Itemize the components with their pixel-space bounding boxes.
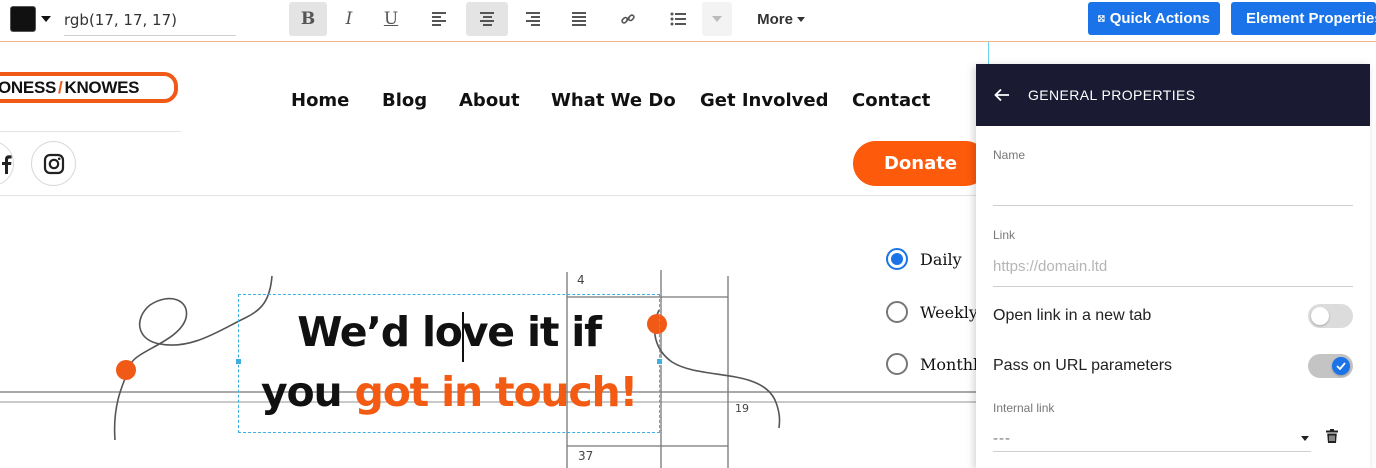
align-right-icon [526, 12, 540, 26]
align-center-button[interactable] [466, 2, 508, 36]
new-tab-toggle[interactable] [1308, 304, 1353, 328]
chevron-down-icon [796, 16, 805, 22]
sketch-label-19: 19 [735, 402, 749, 415]
url-params-label: Pass on URL parameters [993, 357, 1173, 374]
heading-plain-text: you [260, 368, 355, 416]
sketch-label-37: 37 [578, 449, 593, 463]
nav-item-contact[interactable]: Contact [852, 90, 930, 111]
underline-button[interactable]: U [372, 2, 410, 36]
general-properties-panel: GENERAL PROPERTIES Name Link Open link i… [976, 64, 1370, 468]
text-cursor [462, 312, 464, 362]
link-icon [621, 14, 635, 24]
element-properties-label: Element Properties [1246, 10, 1376, 27]
editor-toolbar: B I U More [0, 0, 1376, 42]
chevron-down-icon [712, 16, 722, 22]
color-swatch[interactable] [10, 6, 36, 32]
text-color-picker[interactable] [10, 6, 51, 32]
heading-highlight-text: got in touch! [354, 368, 639, 416]
name-label: Name [993, 148, 1026, 162]
nav-item-what-we-do[interactable]: What We Do [551, 90, 676, 111]
logo-text-right: KNOWES [64, 77, 140, 97]
align-center-icon [480, 12, 494, 26]
element-properties-button[interactable]: Element Properties [1231, 2, 1376, 35]
instagram-link[interactable] [31, 141, 76, 186]
link-label: Link [993, 228, 1016, 242]
internal-link-label: Internal link [993, 401, 1055, 415]
chevron-down-icon [1301, 436, 1309, 441]
radio-label: Weekly [920, 302, 978, 322]
site-logo[interactable]: ONESS / KNOWES [0, 72, 178, 103]
align-justify-icon [572, 12, 586, 26]
list-options-dropdown[interactable] [702, 2, 732, 36]
radio-selected-dot [891, 253, 903, 265]
radio-monthly[interactable]: Monthly [886, 353, 987, 375]
nav-item-home[interactable]: Home [291, 90, 349, 111]
radio-daily[interactable]: Daily [886, 248, 962, 270]
alignment-guide [988, 42, 989, 66]
radio-label: Daily [920, 249, 962, 269]
hero-heading[interactable]: We’d love it if you got in touch! [238, 302, 660, 422]
back-arrow-icon[interactable] [994, 88, 1010, 102]
radio-circle[interactable] [886, 301, 908, 323]
radio-circle[interactable] [886, 248, 908, 270]
bullet-list-button[interactable] [659, 2, 697, 36]
checkmark-icon [1336, 362, 1346, 370]
expand-arrows-icon [1098, 15, 1105, 22]
toggle-knob [1332, 357, 1350, 375]
sketch-label-4: 4 [577, 273, 585, 287]
nav-item-about[interactable]: About [459, 90, 520, 111]
quick-actions-label: Quick Actions [1109, 10, 1210, 27]
logo-text-left: ONESS [0, 77, 57, 97]
radio-circle[interactable] [886, 353, 908, 375]
name-field-underline [993, 205, 1353, 206]
url-params-toggle[interactable] [1308, 354, 1353, 378]
facebook-icon [1, 154, 12, 174]
logo-divider [0, 131, 181, 132]
color-value-input[interactable] [64, 4, 236, 36]
new-tab-label: Open link in a new tab [993, 307, 1152, 324]
trash-icon[interactable] [1326, 429, 1338, 443]
panel-title: GENERAL PROPERTIES [1028, 87, 1196, 103]
facebook-link[interactable] [0, 141, 14, 186]
toggle-knob [1311, 307, 1329, 325]
logo-slash: / [58, 77, 63, 97]
italic-button[interactable]: I [330, 2, 368, 36]
radio-weekly[interactable]: Weekly [886, 301, 978, 323]
internal-link-select[interactable]: --- [993, 426, 1311, 452]
heading-line-1: We’d love it if [297, 308, 602, 356]
quick-actions-button[interactable]: Quick Actions [1088, 2, 1220, 35]
link-field-underline [993, 286, 1353, 287]
align-left-button[interactable] [420, 2, 458, 36]
donate-button[interactable]: Donate [853, 141, 988, 186]
list-icon [670, 12, 686, 26]
insert-link-button[interactable] [609, 2, 647, 36]
nav-item-blog[interactable]: Blog [382, 90, 427, 111]
nav-item-get-involved[interactable]: Get Involved [700, 90, 828, 111]
heading-line-2: you got in touch! [238, 362, 660, 422]
chevron-down-icon[interactable] [41, 16, 51, 22]
align-right-button[interactable] [514, 2, 552, 36]
more-label: More [757, 10, 793, 28]
more-menu-button[interactable]: More [750, 2, 812, 36]
panel-header: GENERAL PROPERTIES [976, 64, 1370, 126]
new-tab-setting: Open link in a new tab [993, 304, 1353, 328]
align-justify-button[interactable] [560, 2, 598, 36]
url-params-setting: Pass on URL parameters [993, 354, 1353, 378]
name-field[interactable] [993, 176, 1353, 202]
bold-button[interactable]: B [289, 2, 327, 36]
align-left-icon [432, 12, 446, 26]
link-field[interactable] [993, 253, 1353, 279]
instagram-icon [43, 153, 64, 174]
internal-link-value: --- [993, 430, 1011, 447]
